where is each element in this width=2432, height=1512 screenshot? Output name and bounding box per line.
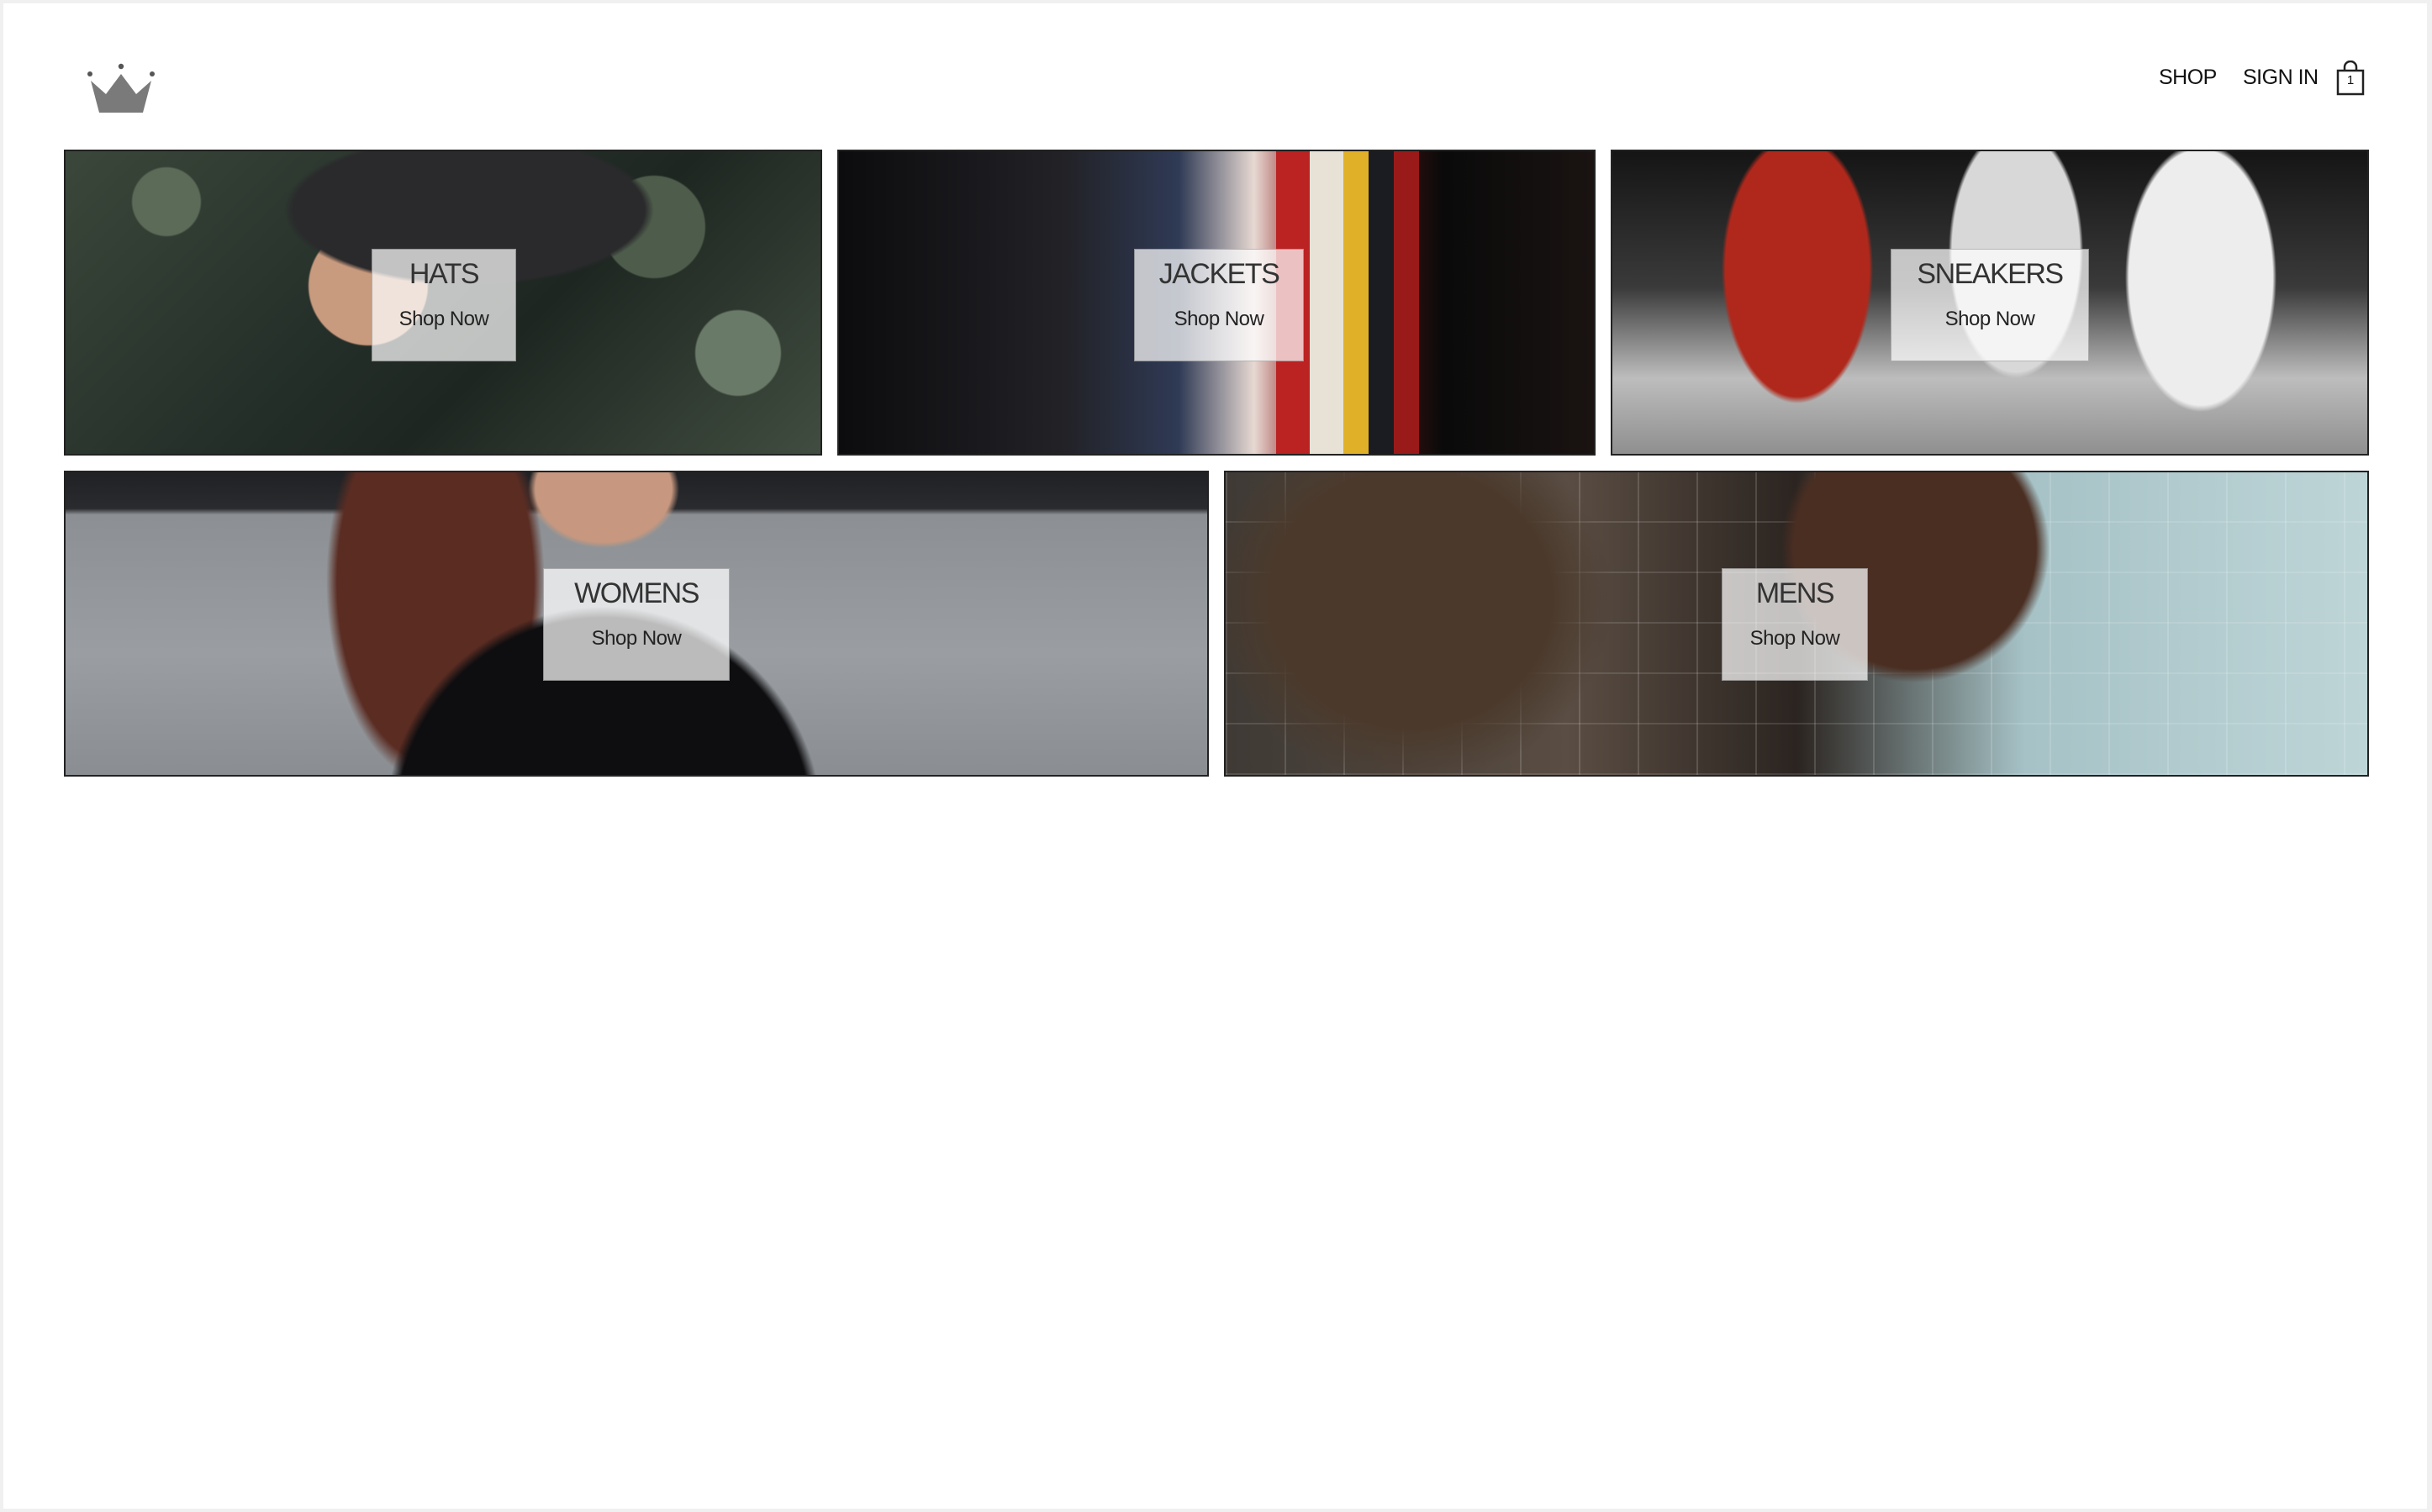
category-title: SNEAKERS bbox=[1917, 258, 2064, 290]
category-tile-sneakers[interactable]: SNEAKERS Shop Now bbox=[1611, 150, 2369, 456]
cart-button[interactable]: 1 bbox=[2335, 61, 2366, 96]
category-label[interactable]: SNEAKERS Shop Now bbox=[1891, 249, 2089, 361]
shop-now-link[interactable]: Shop Now bbox=[372, 308, 515, 331]
shop-now-link[interactable]: Shop Now bbox=[544, 627, 729, 651]
page: SHOP SIGN IN 1 HATS Shop Now JACKETS Sho… bbox=[3, 3, 2427, 1509]
category-tile-jackets[interactable]: JACKETS Shop Now bbox=[837, 150, 1596, 456]
category-tile-mens[interactable]: MENS Shop Now bbox=[1224, 471, 2369, 777]
category-title: HATS bbox=[409, 258, 480, 290]
category-label[interactable]: WOMENS Shop Now bbox=[543, 568, 730, 681]
category-label[interactable]: JACKETS Shop Now bbox=[1134, 249, 1304, 361]
category-title: MENS bbox=[1755, 577, 1835, 609]
shop-now-link[interactable]: Shop Now bbox=[1722, 627, 1867, 651]
shop-now-link[interactable]: Shop Now bbox=[1891, 308, 2088, 331]
nav-sign-in-link[interactable]: SIGN IN bbox=[2243, 66, 2319, 90]
category-label[interactable]: HATS Shop Now bbox=[372, 249, 516, 361]
category-label[interactable]: MENS Shop Now bbox=[1722, 568, 1868, 681]
shop-now-link[interactable]: Shop Now bbox=[1135, 308, 1303, 331]
category-tile-hats[interactable]: HATS Shop Now bbox=[64, 150, 822, 456]
nav-shop-link[interactable]: SHOP bbox=[2159, 66, 2217, 90]
crown-logo-icon[interactable] bbox=[87, 62, 155, 116]
category-title: JACKETS bbox=[1158, 258, 1280, 290]
category-title: WOMENS bbox=[574, 577, 699, 609]
cart-count: 1 bbox=[2346, 73, 2355, 87]
category-tile-womens[interactable]: WOMENS Shop Now bbox=[64, 471, 1209, 777]
